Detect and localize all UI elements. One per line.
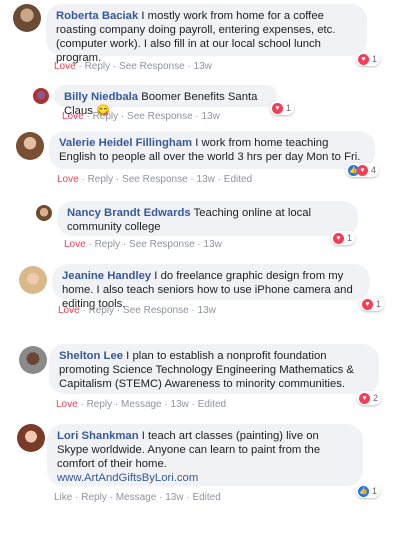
comment-roberta: Roberta Baciak I mostly work from home f…: [0, 0, 410, 76]
comment-actions: Love · Reply · See Response · 13w · Edit…: [57, 174, 253, 185]
comment-actions: Like · Reply · Message · 13w · Edited: [54, 492, 221, 503]
reaction-count[interactable]: ♥ 2: [357, 391, 382, 405]
timestamp[interactable]: 13w: [197, 174, 215, 185]
author-name[interactable]: Valerie Heidel Fillingham: [59, 137, 192, 149]
see-response-link[interactable]: See Response: [129, 239, 195, 250]
like-button[interactable]: Like: [54, 492, 72, 503]
heart-icon: ♥: [362, 298, 373, 310]
avatar[interactable]: [16, 132, 44, 160]
reaction-count[interactable]: ♥ 1: [360, 297, 385, 311]
comment-bubble: Shelton Lee I plan to establish a nonpro…: [49, 344, 379, 394]
comment-bubble: Lori Shankman I teach art classes (paint…: [47, 424, 363, 486]
reply-button[interactable]: Reply: [87, 399, 113, 410]
author-name[interactable]: Roberta Baciak: [56, 10, 138, 22]
love-button[interactable]: Love: [62, 111, 84, 122]
love-button[interactable]: Love: [57, 174, 79, 185]
love-button[interactable]: Love: [58, 305, 80, 316]
reply-button[interactable]: Reply: [93, 111, 119, 122]
reply-button[interactable]: Reply: [89, 305, 115, 316]
heart-icon: ♥: [358, 53, 369, 65]
comment-bubble: Roberta Baciak I mostly work from home f…: [46, 4, 367, 64]
timestamp[interactable]: 13w: [194, 61, 212, 72]
message-link[interactable]: Message: [116, 492, 157, 503]
reaction-count[interactable]: 👍 ♥ 4: [346, 163, 380, 177]
edited-label[interactable]: Edited: [192, 492, 220, 503]
edited-label[interactable]: Edited: [198, 399, 226, 410]
reply-button[interactable]: Reply: [81, 492, 107, 503]
comment-actions: Love · Reply · See Response · 13w: [62, 111, 220, 122]
avatar[interactable]: [13, 4, 41, 32]
heart-icon: ♥: [357, 164, 368, 176]
reply-button[interactable]: Reply: [88, 174, 114, 185]
comment-actions: Love · Reply · See Response · 13w: [54, 61, 212, 72]
timestamp[interactable]: 13w: [202, 111, 220, 122]
comment-actions: Love · Reply · See Response · 13w: [58, 305, 216, 316]
reaction-count[interactable]: ♥ 1: [356, 52, 381, 66]
author-name[interactable]: Nancy Brandt Edwards: [67, 207, 191, 219]
heart-icon: ♥: [272, 102, 283, 114]
avatar[interactable]: [33, 88, 49, 104]
avatar[interactable]: [19, 346, 47, 374]
comment-bubble: Nancy Brandt Edwards Teaching online at …: [57, 201, 358, 236]
heart-icon: ♥: [359, 392, 370, 404]
reply-button[interactable]: Reply: [85, 61, 111, 72]
comment-billy: Billy Niedbala Boomer Benefits Santa Cla…: [0, 82, 410, 124]
comment-actions: Love · Reply · Message · 13w · Edited: [56, 399, 227, 410]
website-link[interactable]: www.ArtAndGiftsByLori.com: [57, 472, 198, 484]
edited-label[interactable]: Edited: [224, 174, 252, 185]
author-name[interactable]: Lori Shankman: [57, 430, 139, 442]
see-response-link[interactable]: See Response: [123, 305, 189, 316]
reaction-count[interactable]: ♥ 1: [270, 101, 295, 115]
comment-shelton: Shelton Lee I plan to establish a nonpro…: [0, 344, 410, 416]
love-button[interactable]: Love: [56, 399, 78, 410]
author-name[interactable]: Shelton Lee: [59, 350, 123, 362]
comment-valerie: Valerie Heidel Fillingham I work from ho…: [0, 130, 410, 186]
comment-bubble: Jeanine Handley I do freelance graphic d…: [52, 264, 370, 310]
timestamp[interactable]: 13w: [165, 492, 183, 503]
love-button[interactable]: Love: [54, 61, 76, 72]
reaction-count[interactable]: 👍 1: [356, 484, 381, 498]
timestamp[interactable]: 13w: [204, 239, 222, 250]
author-name[interactable]: Jeanine Handley: [62, 270, 151, 282]
like-icon: 👍: [358, 485, 369, 497]
avatar[interactable]: [19, 266, 47, 294]
comment-nancy: Nancy Brandt Edwards Teaching online at …: [0, 200, 410, 254]
reaction-count[interactable]: ♥ 1: [331, 231, 356, 245]
see-response-link[interactable]: See Response: [127, 111, 193, 122]
see-response-link[interactable]: See Response: [122, 174, 188, 185]
see-response-link[interactable]: See Response: [119, 61, 185, 72]
love-button[interactable]: Love: [64, 239, 86, 250]
reply-button[interactable]: Reply: [95, 239, 121, 250]
comment-lori: Lori Shankman I teach art classes (paint…: [0, 424, 410, 508]
avatar[interactable]: [36, 205, 52, 221]
author-name[interactable]: Billy Niedbala: [64, 91, 138, 103]
timestamp[interactable]: 13w: [198, 305, 216, 316]
message-link[interactable]: Message: [121, 399, 162, 410]
comment-bubble: Valerie Heidel Fillingham I work from ho…: [49, 131, 375, 169]
timestamp[interactable]: 13w: [171, 399, 189, 410]
comment-actions: Love · Reply · See Response · 13w: [64, 239, 222, 250]
comment-bubble: Billy Niedbala Boomer Benefits Santa Cla…: [54, 85, 277, 117]
comment-jeanine: Jeanine Handley I do freelance graphic d…: [0, 264, 410, 324]
avatar[interactable]: [17, 424, 45, 452]
heart-icon: ♥: [333, 232, 344, 244]
